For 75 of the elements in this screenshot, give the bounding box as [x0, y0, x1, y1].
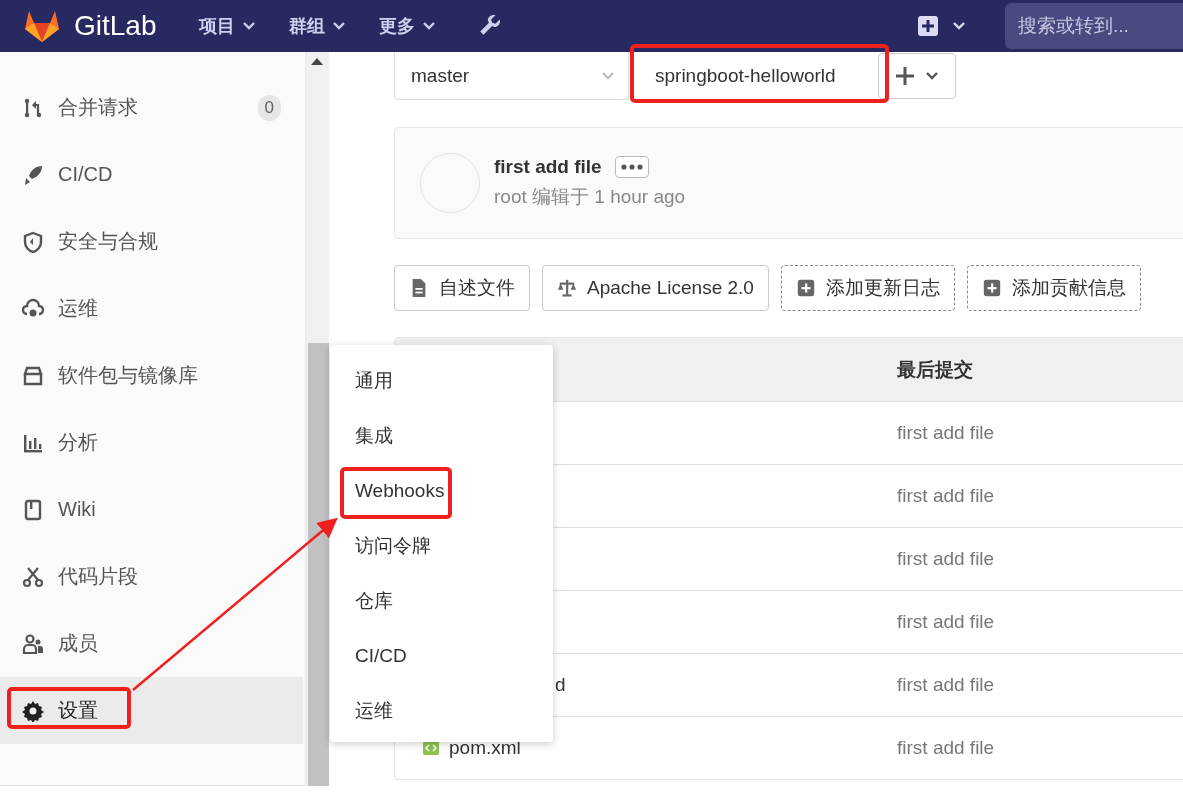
- commit-link[interactable]: first add file: [897, 548, 995, 570]
- shortcut-button[interactable]: 自述文件: [394, 265, 530, 311]
- sidebar-label: CI/CD: [58, 163, 114, 186]
- book-icon: [22, 498, 44, 521]
- nav-menu[interactable]: 更多: [378, 14, 435, 38]
- sidebar-item[interactable]: 设置: [0, 677, 303, 744]
- sidebar-item[interactable]: 代码片段: [0, 543, 305, 610]
- dropdown-item[interactable]: 通用: [330, 353, 553, 408]
- breadcrumb-link[interactable]: springboot-helloworld: [655, 65, 836, 87]
- shortcut-button[interactable]: Apache License 2.0: [542, 265, 769, 311]
- dropdown-item[interactable]: Webhooks: [330, 463, 553, 518]
- sidebar-label: 成员: [58, 631, 99, 656]
- dropdown-item[interactable]: 集成: [330, 408, 553, 463]
- sidebar-item[interactable]: 分析: [0, 409, 305, 476]
- chevron-down-icon: [332, 22, 345, 30]
- scissors-icon: [22, 565, 44, 588]
- dropdown-item[interactable]: 仓库: [330, 573, 553, 628]
- plus-icon: [895, 67, 914, 85]
- sidebar-label: 合并请求: [58, 95, 139, 120]
- merge-request-icon: [22, 96, 44, 119]
- chevron-down-icon: [953, 22, 965, 30]
- fox-logo-icon[interactable]: [24, 9, 60, 43]
- new-menu-button[interactable]: [917, 15, 965, 37]
- column-header: 最后提交: [897, 357, 973, 382]
- chevron-down-icon: [422, 22, 435, 30]
- brand-name[interactable]: GitLab: [74, 10, 157, 42]
- chevron-down-icon: [602, 71, 614, 80]
- scale-icon: [557, 278, 577, 298]
- sidebar-label: 安全与合规: [58, 229, 159, 254]
- count-badge: 0: [257, 94, 281, 121]
- users-icon: [22, 632, 44, 655]
- sidebar-label: 分析: [58, 430, 99, 455]
- commit-link[interactable]: first add file: [897, 674, 995, 696]
- search-field[interactable]: 搜索或转到...: [1005, 3, 1183, 49]
- sidebar-label: 软件包与镜像库: [58, 363, 199, 388]
- sidebar-item[interactable]: 安全与合规: [0, 208, 305, 275]
- dropdown-item[interactable]: CI/CD: [330, 628, 553, 683]
- package-icon: [22, 364, 44, 387]
- branch-dropdown[interactable]: master: [394, 52, 629, 100]
- commit-link[interactable]: first add file: [897, 611, 995, 633]
- shortcut-button[interactable]: 添加更新日志: [780, 265, 955, 311]
- plus-square-icon: [795, 278, 816, 298]
- chevron-down-icon: [242, 22, 255, 30]
- sidebar-item[interactable]: CI/CD: [0, 141, 305, 208]
- commit-link[interactable]: first add file: [897, 485, 995, 507]
- dropdown-item[interactable]: 访问令牌: [330, 518, 553, 573]
- shield-icon: [22, 230, 44, 253]
- nav-menu[interactable]: 项目: [198, 14, 255, 38]
- nav-menu[interactable]: 群组: [288, 14, 345, 38]
- commit-link[interactable]: first add file: [897, 422, 995, 444]
- sidebar-item[interactable]: 运维: [0, 275, 305, 342]
- sidebar-label: Wiki: [58, 498, 97, 521]
- shortcut-button[interactable]: 添加贡献信息: [966, 265, 1141, 311]
- chevron-down-icon: [925, 72, 938, 80]
- plus-square-icon: [917, 15, 939, 37]
- commit-link[interactable]: first add file: [897, 737, 995, 759]
- add-button[interactable]: [877, 53, 956, 99]
- sidebar-item[interactable]: 软件包与镜像库: [0, 342, 305, 409]
- sidebar-label: 运维: [58, 296, 99, 321]
- sidebar-label: 设置: [58, 698, 99, 723]
- sidebar-label: 代码片段: [58, 564, 139, 589]
- file-name[interactable]: d: [555, 674, 566, 696]
- sidebar-item[interactable]: 成员: [0, 610, 305, 677]
- scrollbar[interactable]: [305, 52, 329, 786]
- commit-title[interactable]: first add file: [494, 156, 602, 178]
- sidebar-item[interactable]: 合并请求 0: [0, 74, 305, 141]
- dropdown-item[interactable]: 运维: [330, 683, 553, 738]
- commit-meta: root 编辑于 1 hour ago: [494, 185, 686, 209]
- sidebar-item[interactable]: Wiki: [0, 476, 305, 543]
- ellipsis-icon: [620, 164, 643, 170]
- rocket-icon: [22, 163, 44, 186]
- settings-icon: [22, 699, 44, 722]
- scroll-up-icon[interactable]: [311, 58, 323, 65]
- ellipsis-button[interactable]: [614, 156, 649, 178]
- plus-square-icon: [981, 278, 1002, 298]
